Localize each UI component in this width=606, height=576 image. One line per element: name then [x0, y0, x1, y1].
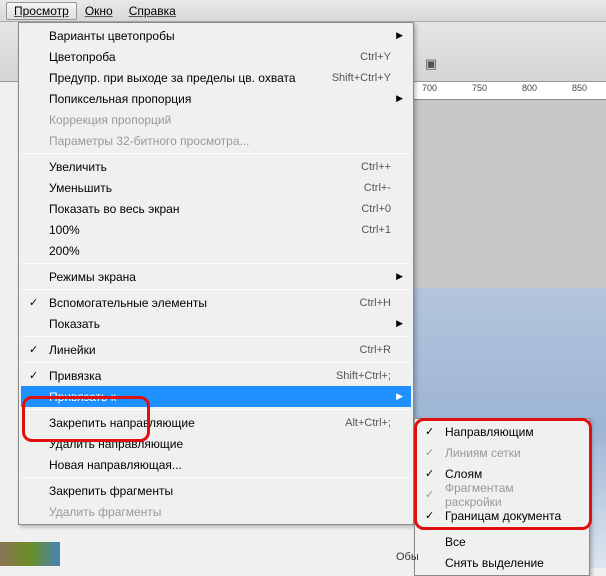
menu-help[interactable]: Справка: [121, 2, 184, 20]
mi-rulers[interactable]: ✓ЛинейкиCtrl+R: [21, 339, 411, 360]
check-icon: ✓: [425, 509, 434, 522]
check-icon: ✓: [29, 343, 38, 356]
smi-grid: ✓Линиям сетки: [417, 442, 587, 463]
camera-icon[interactable]: ▣: [420, 56, 442, 72]
ruler-horizontal: 700 750 800 850: [414, 82, 606, 100]
snap-to-submenu: ✓Направляющим ✓Линиям сетки ✓Слоям ✓Фраг…: [414, 418, 590, 576]
separator: [22, 409, 410, 410]
mi-proof-colors[interactable]: ЦветопробаCtrl+Y: [21, 46, 411, 67]
mi-gamut-warning[interactable]: Предупр. при выходе за пределы цв. охват…: [21, 67, 411, 88]
check-icon: ✓: [29, 296, 38, 309]
mi-clear-guides[interactable]: Удалить направляющие: [21, 433, 411, 454]
mi-zoom-out[interactable]: УменьшитьCtrl+-: [21, 177, 411, 198]
separator: [418, 528, 586, 529]
mi-fit-screen[interactable]: Показать во весь экранCtrl+0: [21, 198, 411, 219]
mi-lock-slices[interactable]: Закрепить фрагменты: [21, 480, 411, 501]
smi-slices: ✓Фрагментам раскройки: [417, 484, 587, 505]
mi-aspect-correction: Коррекция пропорций: [21, 109, 411, 130]
check-icon: ✓: [29, 369, 38, 382]
menubar: Просмотр Окно Справка: [0, 0, 606, 22]
mi-new-guide[interactable]: Новая направляющая...: [21, 454, 411, 475]
mi-200[interactable]: 200%: [21, 240, 411, 261]
mi-32bit: Параметры 32-битного просмотра...: [21, 130, 411, 151]
mi-show[interactable]: Показать▶: [21, 313, 411, 334]
mi-lock-guides[interactable]: Закрепить направляющиеAlt+Ctrl+;: [21, 412, 411, 433]
check-icon: ✓: [425, 446, 434, 459]
check-icon: ✓: [425, 467, 434, 480]
separator: [22, 362, 410, 363]
smi-all[interactable]: Все: [417, 531, 587, 552]
mi-clear-slices: Удалить фрагменты: [21, 501, 411, 522]
separator: [22, 263, 410, 264]
mi-pixel-aspect[interactable]: Попиксельная пропорция▶: [21, 88, 411, 109]
view-dropdown: Варианты цветопробы▶ ЦветопробаCtrl+Y Пр…: [18, 22, 414, 525]
mi-zoom-in[interactable]: УвеличитьCtrl++: [21, 156, 411, 177]
separator: [22, 477, 410, 478]
check-icon: ✓: [425, 488, 434, 501]
check-icon: ✓: [425, 425, 434, 438]
separator: [22, 289, 410, 290]
mi-snap[interactable]: ✓ПривязкаShift+Ctrl+;: [21, 365, 411, 386]
menu-view[interactable]: Просмотр: [6, 2, 77, 20]
separator: [22, 153, 410, 154]
mi-screen-mode[interactable]: Режимы экрана▶: [21, 266, 411, 287]
mi-proof-setup[interactable]: Варианты цветопробы▶: [21, 25, 411, 46]
thumbnail[interactable]: [0, 542, 60, 566]
smi-none[interactable]: Снять выделение: [417, 552, 587, 573]
separator: [22, 336, 410, 337]
mi-100[interactable]: 100%Ctrl+1: [21, 219, 411, 240]
mi-snap-to[interactable]: Привязать к▶: [21, 386, 411, 407]
smi-doc-bounds[interactable]: ✓Границам документа: [417, 505, 587, 526]
smi-guides[interactable]: ✓Направляющим: [417, 421, 587, 442]
tab-label[interactable]: Обы: [396, 551, 419, 563]
mi-extras[interactable]: ✓Вспомогательные элементыCtrl+H: [21, 292, 411, 313]
menu-window[interactable]: Окно: [77, 2, 121, 20]
